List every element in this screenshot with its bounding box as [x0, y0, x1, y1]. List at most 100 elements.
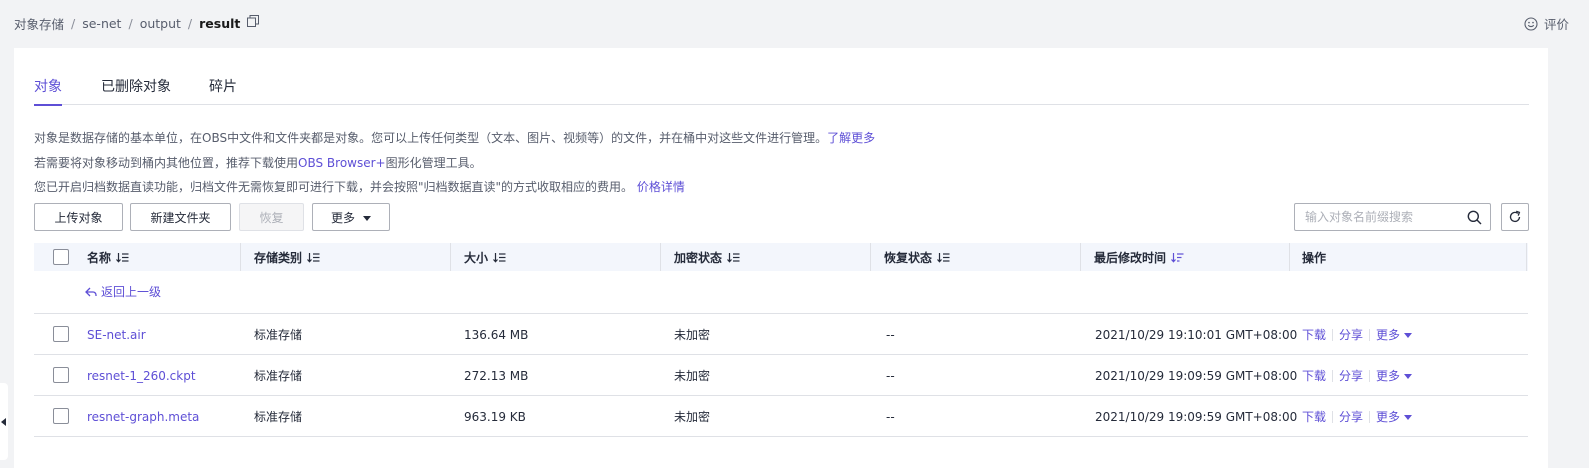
row-checkbox[interactable] — [53, 367, 69, 383]
select-all-checkbox[interactable] — [53, 249, 69, 265]
object-name-link[interactable]: SE-net.air — [87, 328, 146, 342]
caret-down-icon[interactable] — [1404, 374, 1413, 379]
object-name-link[interactable]: resnet-graph.meta — [87, 410, 199, 424]
new-folder-button[interactable]: 新建文件夹 — [130, 203, 231, 231]
divider — [1369, 369, 1371, 382]
more-ops-link[interactable]: 更多 — [1376, 408, 1400, 425]
download-link[interactable]: 下载 — [1302, 408, 1326, 425]
storage-class-cell: 标准存储 — [254, 369, 303, 383]
column-label: 存储类别 — [254, 250, 303, 265]
objects-table: 名称 存储类别 大小 加密状态 恢复状态 最后修改时间 操作 返回上一级 SE-… — [34, 243, 1528, 437]
tab-bar: 对象 已删除对象 碎片 — [34, 76, 1529, 106]
divider — [1332, 410, 1334, 423]
breadcrumb-item-bucket[interactable]: se-net — [82, 16, 121, 31]
breadcrumb-current: result — [199, 16, 241, 31]
column-label: 加密状态 — [674, 250, 723, 265]
info-text: 您已开启归档数据直读功能，归档文件无需恢复即可进行下载，并会按照"归档数据直读"… — [34, 180, 634, 194]
restore-status-cell: -- — [886, 368, 895, 383]
storage-class-cell: 标准存储 — [254, 410, 303, 424]
sort-icon[interactable] — [937, 252, 950, 263]
size-cell: 963.19 KB — [464, 409, 526, 424]
column-header-restore-status[interactable]: 恢复状态 — [884, 243, 950, 271]
tab-deleted-objects[interactable]: 已删除对象 — [101, 76, 171, 105]
column-header-size[interactable]: 大小 — [464, 243, 506, 271]
arrow-left-icon — [85, 287, 97, 296]
breadcrumb: 对象存储 / se-net / output / result — [14, 14, 260, 33]
row-operations: 下载 分享 更多 — [1302, 355, 1413, 396]
column-divider[interactable] — [1289, 243, 1290, 271]
info-text: 若需要将对象移动到桶内其他位置，推荐下载使用 — [34, 156, 299, 170]
download-link[interactable]: 下载 — [1302, 326, 1326, 343]
breadcrumb-item-obs[interactable]: 对象存储 — [14, 14, 64, 33]
column-divider[interactable] — [870, 243, 871, 271]
sort-icon[interactable] — [116, 252, 129, 263]
table-row: SE-net.air 标准存储 136.64 MB 未加密 -- 2021/10… — [34, 314, 1528, 355]
column-divider[interactable] — [240, 243, 241, 271]
more-ops-link[interactable]: 更多 — [1376, 367, 1400, 384]
column-header-last-modified[interactable]: 最后修改时间 — [1094, 243, 1184, 271]
main-panel: 对象 已删除对象 碎片 对象是数据存储的基本单位，在OBS中文件和文件夹都是对象… — [14, 48, 1548, 468]
divider — [1369, 410, 1371, 423]
modified-cell: 2021/10/29 19:10:01 GMT+08:00 — [1095, 327, 1298, 342]
column-divider[interactable] — [660, 243, 661, 271]
column-header-operations: 操作 — [1302, 243, 1326, 271]
caret-down-icon[interactable] — [1404, 333, 1413, 338]
back-to-parent-link[interactable]: 返回上一级 — [85, 283, 161, 300]
column-label: 大小 — [464, 250, 489, 265]
feedback-label: 评价 — [1543, 17, 1569, 32]
upload-object-button[interactable]: 上传对象 — [34, 203, 123, 231]
divider — [1332, 328, 1334, 341]
caret-down-icon — [363, 215, 371, 221]
info-text: 图形化管理工具。 — [385, 156, 482, 170]
row-checkbox[interactable] — [53, 326, 69, 342]
feedback-button[interactable]: 评价 — [1524, 14, 1569, 33]
column-header-storage-class[interactable]: 存储类别 — [254, 243, 320, 271]
more-ops-link[interactable]: 更多 — [1376, 326, 1400, 343]
restore-status-cell: -- — [886, 409, 895, 424]
more-actions-button[interactable]: 更多 — [312, 203, 390, 231]
refresh-button[interactable] — [1501, 203, 1529, 231]
divider — [1369, 328, 1371, 341]
breadcrumb-item-folder[interactable]: output — [140, 16, 181, 31]
side-panel-toggle[interactable] — [0, 383, 8, 460]
column-divider[interactable] — [1080, 243, 1081, 271]
caret-left-icon — [1, 418, 6, 426]
column-label: 名称 — [87, 250, 112, 265]
tab-fragments[interactable]: 碎片 — [209, 76, 237, 105]
row-operations: 下载 分享 更多 — [1302, 396, 1413, 437]
sort-icon[interactable] — [493, 252, 506, 263]
refresh-icon — [1509, 210, 1521, 223]
divider — [1332, 369, 1334, 382]
column-header-name[interactable]: 名称 — [87, 243, 129, 271]
row-operations: 下载 分享 更多 — [1302, 314, 1413, 355]
share-link[interactable]: 分享 — [1339, 326, 1363, 343]
size-cell: 272.13 MB — [464, 368, 529, 383]
encryption-cell: 未加密 — [674, 410, 711, 424]
search-input[interactable] — [1305, 208, 1455, 226]
obs-browser-link[interactable]: OBS Browser+ — [298, 156, 386, 170]
modified-cell: 2021/10/29 19:09:59 GMT+08:00 — [1095, 409, 1298, 424]
search-icon[interactable] — [1467, 210, 1482, 225]
sort-descending-icon[interactable] — [1171, 252, 1184, 263]
table-row: resnet-1_260.ckpt 标准存储 272.13 MB 未加密 -- … — [34, 355, 1528, 396]
search-box — [1294, 203, 1491, 231]
restore-button[interactable]: 恢复 — [239, 203, 304, 231]
column-header-encryption[interactable]: 加密状态 — [674, 243, 740, 271]
copy-icon[interactable] — [247, 14, 260, 27]
tab-objects[interactable]: 对象 — [34, 76, 62, 106]
caret-down-icon[interactable] — [1404, 415, 1413, 420]
object-name-link[interactable]: resnet-1_260.ckpt — [87, 369, 196, 383]
info-text: 对象是数据存储的基本单位，在OBS中文件和文件夹都是对象。您可以上传任何类型（文… — [34, 131, 828, 145]
sort-icon[interactable] — [307, 252, 320, 263]
column-divider[interactable] — [450, 243, 451, 271]
sort-icon[interactable] — [727, 252, 740, 263]
share-link[interactable]: 分享 — [1339, 408, 1363, 425]
share-link[interactable]: 分享 — [1339, 367, 1363, 384]
learn-more-link[interactable]: 了解更多 — [827, 131, 875, 145]
top-bar: 对象存储 / se-net / output / result 评价 — [0, 0, 1589, 44]
pricing-link[interactable]: 价格详情 — [637, 180, 685, 194]
breadcrumb-separator: / — [71, 16, 76, 31]
row-checkbox[interactable] — [53, 408, 69, 424]
download-link[interactable]: 下载 — [1302, 367, 1326, 384]
table-row: resnet-graph.meta 标准存储 963.19 KB 未加密 -- … — [34, 396, 1528, 437]
